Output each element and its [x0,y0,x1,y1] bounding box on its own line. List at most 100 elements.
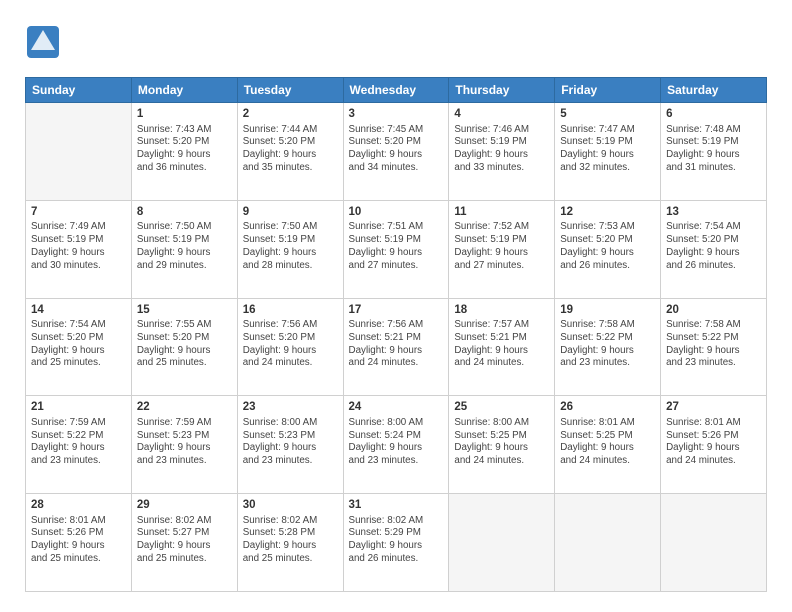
day-number: 26 [560,400,655,416]
day-number: 9 [243,205,338,221]
day-info: Sunrise: 7:49 AMSunset: 5:19 PMDaylight:… [31,221,126,272]
day-info: Sunrise: 7:53 AMSunset: 5:20 PMDaylight:… [560,221,655,272]
calendar-cell: 1Sunrise: 7:43 AMSunset: 5:20 PMDaylight… [131,103,237,201]
calendar-cell [555,494,661,592]
day-number: 30 [243,498,338,514]
calendar-cell: 3Sunrise: 7:45 AMSunset: 5:20 PMDaylight… [343,103,449,201]
calendar-cell: 16Sunrise: 7:56 AMSunset: 5:20 PMDayligh… [237,298,343,396]
day-info: Sunrise: 8:00 AMSunset: 5:23 PMDaylight:… [243,417,338,468]
day-info: Sunrise: 8:00 AMSunset: 5:25 PMDaylight:… [454,417,549,468]
calendar-cell: 13Sunrise: 7:54 AMSunset: 5:20 PMDayligh… [661,200,767,298]
calendar-cell: 12Sunrise: 7:53 AMSunset: 5:20 PMDayligh… [555,200,661,298]
day-info: Sunrise: 8:01 AMSunset: 5:25 PMDaylight:… [560,417,655,468]
calendar-week-row: 28Sunrise: 8:01 AMSunset: 5:26 PMDayligh… [26,494,767,592]
day-info: Sunrise: 7:57 AMSunset: 5:21 PMDaylight:… [454,319,549,370]
day-info: Sunrise: 7:59 AMSunset: 5:23 PMDaylight:… [137,417,232,468]
day-number: 18 [454,303,549,319]
calendar-cell: 5Sunrise: 7:47 AMSunset: 5:19 PMDaylight… [555,103,661,201]
day-number: 27 [666,400,761,416]
weekday-header-row: SundayMondayTuesdayWednesdayThursdayFrid… [26,78,767,103]
logo-icon [25,24,61,60]
day-info: Sunrise: 7:59 AMSunset: 5:22 PMDaylight:… [31,417,126,468]
calendar-week-row: 21Sunrise: 7:59 AMSunset: 5:22 PMDayligh… [26,396,767,494]
day-info: Sunrise: 7:46 AMSunset: 5:19 PMDaylight:… [454,124,549,175]
day-info: Sunrise: 7:44 AMSunset: 5:20 PMDaylight:… [243,124,338,175]
day-info: Sunrise: 7:55 AMSunset: 5:20 PMDaylight:… [137,319,232,370]
day-info: Sunrise: 7:56 AMSunset: 5:21 PMDaylight:… [349,319,444,370]
header [25,20,767,65]
day-number: 23 [243,400,338,416]
calendar-cell: 17Sunrise: 7:56 AMSunset: 5:21 PMDayligh… [343,298,449,396]
day-number: 29 [137,498,232,514]
day-number: 8 [137,205,232,221]
day-number: 10 [349,205,444,221]
day-number: 17 [349,303,444,319]
weekday-header-friday: Friday [555,78,661,103]
calendar-cell: 29Sunrise: 8:02 AMSunset: 5:27 PMDayligh… [131,494,237,592]
calendar-cell: 26Sunrise: 8:01 AMSunset: 5:25 PMDayligh… [555,396,661,494]
calendar-cell: 9Sunrise: 7:50 AMSunset: 5:19 PMDaylight… [237,200,343,298]
day-number: 22 [137,400,232,416]
day-info: Sunrise: 7:56 AMSunset: 5:20 PMDaylight:… [243,319,338,370]
day-info: Sunrise: 7:58 AMSunset: 5:22 PMDaylight:… [666,319,761,370]
day-info: Sunrise: 8:02 AMSunset: 5:27 PMDaylight:… [137,515,232,566]
calendar-cell [449,494,555,592]
calendar-cell: 18Sunrise: 7:57 AMSunset: 5:21 PMDayligh… [449,298,555,396]
day-number: 7 [31,205,126,221]
day-number: 6 [666,107,761,123]
calendar-cell: 24Sunrise: 8:00 AMSunset: 5:24 PMDayligh… [343,396,449,494]
day-info: Sunrise: 7:43 AMSunset: 5:20 PMDaylight:… [137,124,232,175]
day-info: Sunrise: 8:01 AMSunset: 5:26 PMDaylight:… [31,515,126,566]
calendar-cell: 7Sunrise: 7:49 AMSunset: 5:19 PMDaylight… [26,200,132,298]
logo [25,24,65,65]
calendar-cell: 21Sunrise: 7:59 AMSunset: 5:22 PMDayligh… [26,396,132,494]
day-info: Sunrise: 7:50 AMSunset: 5:19 PMDaylight:… [243,221,338,272]
calendar-cell: 23Sunrise: 8:00 AMSunset: 5:23 PMDayligh… [237,396,343,494]
day-number: 24 [349,400,444,416]
calendar-cell: 19Sunrise: 7:58 AMSunset: 5:22 PMDayligh… [555,298,661,396]
calendar-cell: 8Sunrise: 7:50 AMSunset: 5:19 PMDaylight… [131,200,237,298]
calendar-cell: 14Sunrise: 7:54 AMSunset: 5:20 PMDayligh… [26,298,132,396]
day-info: Sunrise: 7:51 AMSunset: 5:19 PMDaylight:… [349,221,444,272]
day-info: Sunrise: 7:48 AMSunset: 5:19 PMDaylight:… [666,124,761,175]
calendar-cell: 28Sunrise: 8:01 AMSunset: 5:26 PMDayligh… [26,494,132,592]
weekday-header-sunday: Sunday [26,78,132,103]
calendar-table: SundayMondayTuesdayWednesdayThursdayFrid… [25,77,767,592]
day-number: 13 [666,205,761,221]
day-number: 3 [349,107,444,123]
day-number: 2 [243,107,338,123]
calendar-cell: 31Sunrise: 8:02 AMSunset: 5:29 PMDayligh… [343,494,449,592]
calendar-week-row: 1Sunrise: 7:43 AMSunset: 5:20 PMDaylight… [26,103,767,201]
day-number: 25 [454,400,549,416]
day-info: Sunrise: 8:01 AMSunset: 5:26 PMDaylight:… [666,417,761,468]
day-number: 4 [454,107,549,123]
calendar-cell [26,103,132,201]
weekday-header-tuesday: Tuesday [237,78,343,103]
day-info: Sunrise: 7:50 AMSunset: 5:19 PMDaylight:… [137,221,232,272]
day-info: Sunrise: 7:54 AMSunset: 5:20 PMDaylight:… [666,221,761,272]
calendar-cell: 15Sunrise: 7:55 AMSunset: 5:20 PMDayligh… [131,298,237,396]
calendar-cell: 2Sunrise: 7:44 AMSunset: 5:20 PMDaylight… [237,103,343,201]
calendar-cell: 6Sunrise: 7:48 AMSunset: 5:19 PMDaylight… [661,103,767,201]
day-info: Sunrise: 8:02 AMSunset: 5:29 PMDaylight:… [349,515,444,566]
weekday-header-thursday: Thursday [449,78,555,103]
day-number: 12 [560,205,655,221]
day-info: Sunrise: 7:58 AMSunset: 5:22 PMDaylight:… [560,319,655,370]
day-info: Sunrise: 8:02 AMSunset: 5:28 PMDaylight:… [243,515,338,566]
calendar-cell: 11Sunrise: 7:52 AMSunset: 5:19 PMDayligh… [449,200,555,298]
day-number: 1 [137,107,232,123]
day-number: 14 [31,303,126,319]
page: SundayMondayTuesdayWednesdayThursdayFrid… [0,0,792,612]
day-info: Sunrise: 7:45 AMSunset: 5:20 PMDaylight:… [349,124,444,175]
calendar-cell [661,494,767,592]
weekday-header-wednesday: Wednesday [343,78,449,103]
calendar-cell: 20Sunrise: 7:58 AMSunset: 5:22 PMDayligh… [661,298,767,396]
day-number: 28 [31,498,126,514]
calendar-cell: 27Sunrise: 8:01 AMSunset: 5:26 PMDayligh… [661,396,767,494]
day-number: 15 [137,303,232,319]
calendar-cell: 22Sunrise: 7:59 AMSunset: 5:23 PMDayligh… [131,396,237,494]
day-number: 31 [349,498,444,514]
calendar-week-row: 14Sunrise: 7:54 AMSunset: 5:20 PMDayligh… [26,298,767,396]
calendar-cell: 25Sunrise: 8:00 AMSunset: 5:25 PMDayligh… [449,396,555,494]
day-number: 16 [243,303,338,319]
